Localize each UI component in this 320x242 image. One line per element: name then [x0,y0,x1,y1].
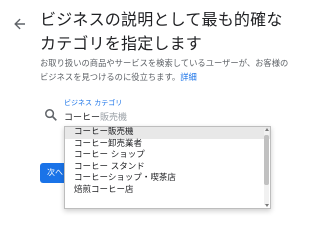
back-arrow-icon[interactable] [12,16,28,32]
suggestion-item[interactable]: 焙煎コーヒー店 [65,185,270,197]
category-suggestions-dropdown: コーヒー販売機 コーヒー卸売業者 コーヒー ショップ コーヒー スタンド コーヒ… [64,126,271,209]
scrollbar-thumb[interactable] [264,135,269,185]
suggestion-item[interactable]: コーヒー ショップ [65,150,270,162]
category-input[interactable]: コーヒー販売機 [64,110,269,127]
suggestion-item[interactable]: コーヒーショップ・喫茶店 [65,173,270,185]
suggestion-item[interactable]: コーヒー販売機 [65,127,270,139]
search-icon [44,107,58,121]
suggestions-list: コーヒー販売機 コーヒー卸売業者 コーヒー ショップ コーヒー スタンド コーヒ… [65,127,270,196]
scroll-up-arrow-icon[interactable] [265,128,269,131]
page-description: お取り扱いの商品やサービスを検索しているユーザーが、お客様のビジネスを見つけるの… [40,56,292,84]
category-field-label: ビジネス カテゴリ [64,99,123,107]
category-input-autocomplete-hint: 販売機 [100,113,128,123]
suggestion-item[interactable]: コーヒー スタンド [65,162,270,174]
details-link[interactable]: 詳細 [180,72,197,82]
page-title: ビジネスの説明として最も的確なカテゴリを指定します [40,10,283,53]
category-page: ビジネスの説明として最も的確なカテゴリを指定します お取り扱いの商品やサービスを… [0,0,300,242]
suggestion-item[interactable]: コーヒー卸売業者 [65,139,270,151]
dropdown-scrollbar[interactable] [264,129,269,205]
scroll-down-arrow-icon[interactable] [265,204,269,207]
category-input-value: コーヒー [64,113,101,123]
description-text: お取り扱いの商品やサービスを検索しているユーザーが、お客様のビジネスを見つけるの… [40,58,289,82]
